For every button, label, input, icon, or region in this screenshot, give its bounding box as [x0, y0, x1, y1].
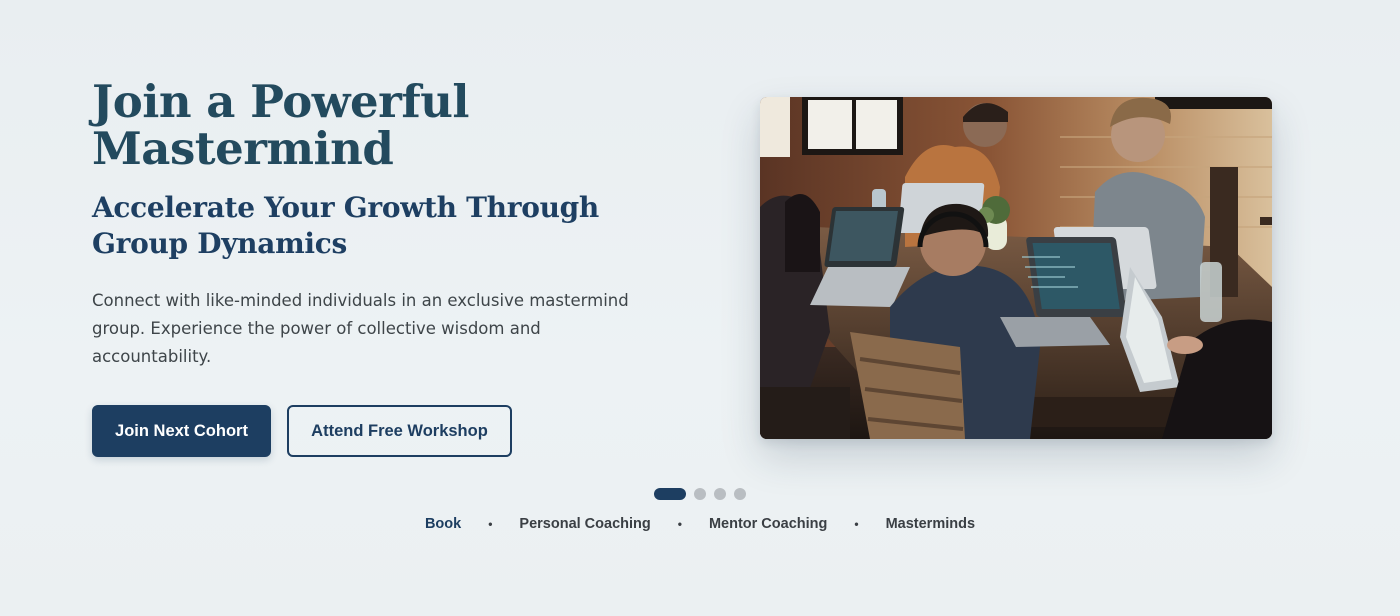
nav-link-masterminds[interactable]: Masterminds — [886, 516, 975, 532]
hero-headline: Join a Powerful Mastermind — [92, 75, 470, 175]
attend-free-workshop-button[interactable]: Attend Free Workshop — [287, 405, 512, 457]
hero-text-block: Join a Powerful Mastermind Accelerate Yo… — [92, 78, 692, 457]
carousel-dot-1[interactable] — [654, 488, 686, 500]
carousel-indicators — [654, 488, 746, 500]
carousel-dot-2[interactable] — [694, 488, 706, 500]
nav-link-personal-coaching[interactable]: Personal Coaching — [519, 516, 650, 532]
nav-link-mentor-coaching[interactable]: Mentor Coaching — [709, 516, 827, 532]
carousel-dot-4[interactable] — [734, 488, 746, 500]
carousel-dot-3[interactable] — [714, 488, 726, 500]
nav-link-book[interactable]: Book — [425, 516, 461, 532]
nav-separator: • — [677, 517, 682, 531]
hero-subheadline: Accelerate Your Growth Through Group Dyn… — [92, 191, 599, 260]
cta-button-group: Join Next Cohort Attend Free Workshop — [92, 405, 692, 457]
hero-description: Connect with like-minded individuals in … — [92, 291, 629, 366]
hero-photo — [760, 97, 1272, 439]
nav-separator: • — [854, 517, 859, 531]
nav-separator: • — [488, 517, 493, 531]
slide-nav: Book • Personal Coaching • Mentor Coachi… — [0, 516, 1400, 532]
join-next-cohort-button[interactable]: Join Next Cohort — [92, 405, 271, 457]
